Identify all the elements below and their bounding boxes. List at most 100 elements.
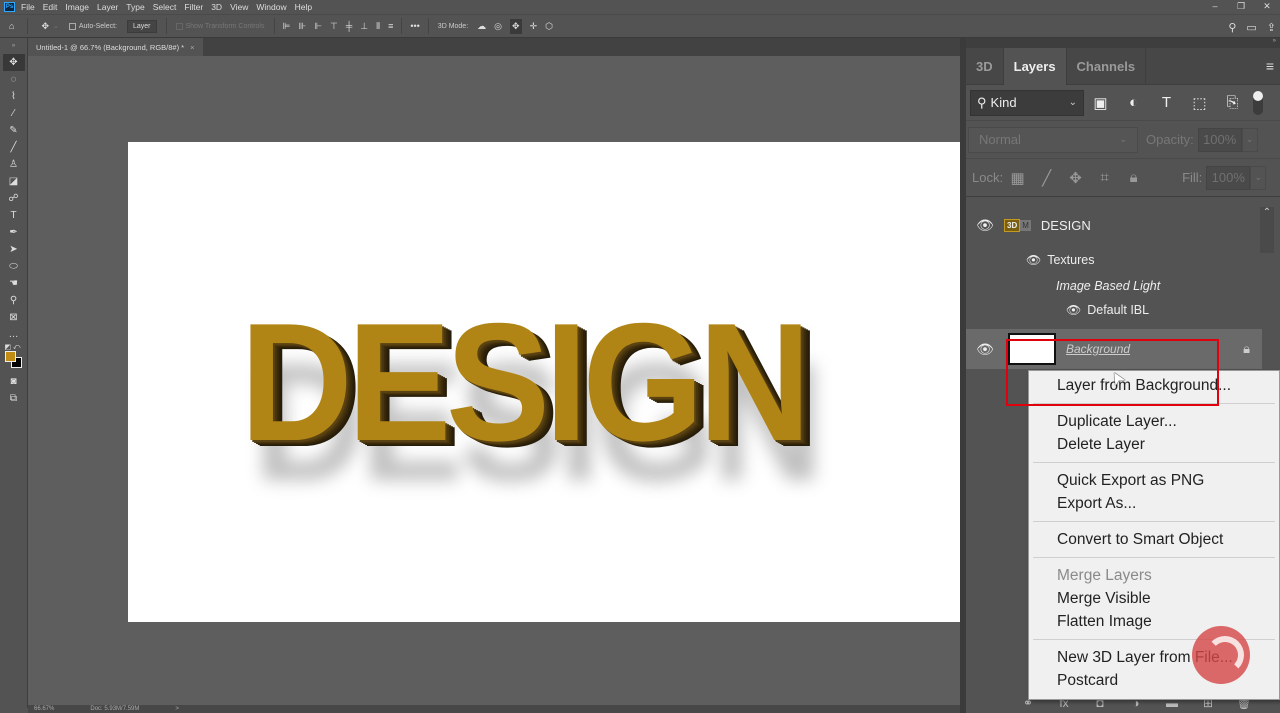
layer-row-textures[interactable]: 👁︎ Textures bbox=[1026, 249, 1280, 271]
collapse-toolbar-icon[interactable]: » bbox=[0, 38, 27, 54]
scale-3d-icon[interactable]: ⬡ bbox=[545, 21, 553, 32]
menu-view[interactable]: View bbox=[230, 2, 248, 12]
menu-file[interactable]: File bbox=[21, 2, 35, 12]
menu-help[interactable]: Help bbox=[295, 2, 312, 12]
blend-mode-dropdown[interactable]: Normal ⌄ bbox=[968, 126, 1138, 153]
menu-item-flatten-image[interactable]: Flatten Image bbox=[1029, 610, 1279, 633]
filter-kind-dropdown[interactable]: ⚲ Kind ⌄ bbox=[970, 89, 1084, 116]
slide-3d-icon[interactable]: ✛ bbox=[530, 21, 538, 32]
menu-filter[interactable]: Filter bbox=[184, 2, 203, 12]
menu-image[interactable]: Image bbox=[65, 2, 89, 12]
show-transform-controls-checkbox[interactable]: Show Transform Controls bbox=[175, 22, 265, 30]
scrollbar[interactable]: ⌃ bbox=[1260, 207, 1274, 253]
tab-channels[interactable]: Channels bbox=[1067, 48, 1147, 85]
zoom-tool-icon[interactable]: ⚲ bbox=[3, 292, 25, 309]
path-selection-tool-icon[interactable]: ➤ bbox=[3, 241, 25, 258]
minimize-icon[interactable]: – bbox=[1202, 0, 1228, 14]
frame-tool-icon[interactable]: ⊠ bbox=[3, 309, 25, 326]
eraser-tool-icon[interactable]: ◪ bbox=[3, 173, 25, 190]
screen-mode-icon[interactable]: ⧉ bbox=[3, 390, 25, 407]
zoom-level[interactable]: 66.67% bbox=[34, 706, 54, 712]
lasso-tool-icon[interactable]: ⌇ bbox=[3, 88, 25, 105]
color-swatches[interactable]: ◩ ⤺ bbox=[3, 344, 25, 371]
align-right-icon[interactable]: ⊩ bbox=[314, 21, 322, 32]
workspace-icon[interactable]: ▭ bbox=[1246, 21, 1256, 34]
eyedropper-tool-icon[interactable]: ✎ bbox=[3, 122, 25, 139]
align-center-icon[interactable]: ⊪ bbox=[298, 21, 306, 32]
brush-tool-icon[interactable]: ╱ bbox=[3, 139, 25, 156]
opacity-chevron-icon[interactable]: ⌄ bbox=[1241, 127, 1258, 152]
menu-layer[interactable]: Layer bbox=[97, 2, 118, 12]
align-hcenter-icon[interactable]: ≡ bbox=[388, 21, 393, 31]
menu-window[interactable]: Window bbox=[256, 2, 286, 12]
hand-tool-icon[interactable]: ☚ bbox=[3, 275, 25, 292]
move-icon[interactable]: ✥ bbox=[41, 21, 49, 32]
menu-item-merge-visible[interactable]: Merge Visible bbox=[1029, 587, 1279, 610]
close-tab-icon[interactable]: × bbox=[190, 43, 194, 52]
align-middle-icon[interactable]: ╪ bbox=[346, 21, 352, 31]
magic-wand-tool-icon[interactable]: ⁄ bbox=[3, 105, 25, 122]
orbit-3d-icon[interactable]: ☁ bbox=[477, 21, 486, 32]
roll-3d-icon[interactable]: ◎ bbox=[494, 21, 502, 32]
lock-position-icon[interactable]: ✥ bbox=[1061, 169, 1090, 187]
move-tool-icon[interactable]: ✥ bbox=[2, 54, 25, 71]
restore-icon[interactable]: ❐ bbox=[1228, 0, 1254, 14]
ellipse-tool-icon[interactable]: ⬭ bbox=[3, 258, 25, 275]
smart-object-filter-icon[interactable]: ⎘ bbox=[1216, 94, 1249, 111]
pan-3d-icon[interactable]: ✥ bbox=[510, 18, 522, 34]
fill-input[interactable]: 100% bbox=[1206, 165, 1251, 190]
checkbox[interactable] bbox=[175, 22, 183, 30]
layer-row-default-ibl[interactable]: 👁︎ Default IBL bbox=[1066, 299, 1280, 321]
panel-menu-icon[interactable]: ≡ bbox=[1266, 48, 1274, 84]
distribute-icon[interactable]: ⦀ bbox=[376, 21, 380, 32]
tab-layers[interactable]: Layers bbox=[1003, 48, 1067, 85]
align-bottom-icon[interactable]: ⊥ bbox=[360, 21, 368, 32]
quick-mask-icon[interactable]: ◙ bbox=[3, 373, 25, 390]
marquee-tool-icon[interactable]: ◌ bbox=[3, 71, 25, 88]
type-tool-icon[interactable]: T bbox=[3, 207, 25, 224]
menu-item-quick-export-png[interactable]: Quick Export as PNG bbox=[1029, 469, 1279, 492]
lock-transparent-icon[interactable]: ▦ bbox=[1003, 169, 1032, 187]
lock-all-icon[interactable]: 🔒︎ bbox=[1119, 169, 1148, 186]
document-canvas[interactable]: DESIGN bbox=[128, 142, 960, 622]
layer-row-image-based-light[interactable]: Image Based Light bbox=[1056, 275, 1280, 297]
clone-stamp-tool-icon[interactable]: ♙ bbox=[3, 156, 25, 173]
visibility-eye-icon[interactable]: 👁︎ bbox=[966, 341, 1004, 358]
layer-row-design[interactable]: 👁︎ 3D M DESIGN bbox=[966, 207, 1262, 243]
checkbox[interactable] bbox=[68, 22, 76, 30]
menu-edit[interactable]: Edit bbox=[43, 2, 58, 12]
tab-3d[interactable]: 3D bbox=[966, 48, 1004, 85]
visibility-eye-icon[interactable]: 👁︎ bbox=[1066, 303, 1081, 317]
share-icon[interactable]: ⇪ bbox=[1267, 21, 1276, 34]
home-icon[interactable]: ⌂ bbox=[9, 21, 14, 31]
lock-icon[interactable]: 🔒︎ bbox=[1243, 341, 1250, 357]
filter-toggle[interactable] bbox=[1253, 90, 1263, 115]
close-icon[interactable]: ✕ bbox=[1254, 0, 1280, 14]
foreground-color-swatch[interactable] bbox=[4, 351, 16, 362]
menu-item-export-as[interactable]: Export As... bbox=[1029, 492, 1279, 515]
pixel-layer-filter-icon[interactable]: ▣ bbox=[1084, 94, 1117, 112]
menu-type[interactable]: Type bbox=[126, 2, 144, 12]
more-options-icon[interactable]: ••• bbox=[410, 21, 419, 31]
type-layer-filter-icon[interactable]: T bbox=[1150, 94, 1183, 111]
visibility-eye-icon[interactable]: 👁︎ bbox=[966, 217, 1004, 234]
search-icon[interactable]: ⚲ bbox=[1228, 21, 1236, 34]
menu-select[interactable]: Select bbox=[153, 2, 177, 12]
shape-layer-filter-icon[interactable]: ⬚ bbox=[1183, 94, 1216, 112]
align-top-icon[interactable]: ⊤ bbox=[330, 21, 338, 32]
opacity-input[interactable]: 100% bbox=[1197, 127, 1242, 152]
document-tab[interactable]: Untitled-1 @ 66.7% (Background, RGB/8#) … bbox=[28, 38, 203, 56]
visibility-eye-icon[interactable]: 👁︎ bbox=[1026, 253, 1041, 267]
menu-3d[interactable]: 3D bbox=[211, 2, 222, 12]
auto-select-target-dropdown[interactable]: Layer bbox=[127, 19, 157, 33]
lock-image-icon[interactable]: ╱ bbox=[1032, 169, 1061, 187]
auto-select-checkbox[interactable]: Auto-Select: bbox=[68, 22, 117, 30]
adjustment-layer-filter-icon[interactable]: ◐ bbox=[1117, 94, 1150, 111]
lock-artboard-icon[interactable]: ⌗ bbox=[1090, 169, 1119, 186]
chevron-down-icon[interactable]: ⌄ bbox=[53, 22, 59, 30]
menu-item-convert-to-smart-object[interactable]: Convert to Smart Object bbox=[1029, 528, 1279, 551]
collapse-panel-icon[interactable]: » bbox=[966, 38, 1280, 48]
more-tools-icon[interactable]: … bbox=[3, 326, 25, 343]
fill-chevron-icon[interactable]: ⌄ bbox=[1250, 165, 1267, 190]
align-left-icon[interactable]: ⊫ bbox=[283, 21, 291, 32]
